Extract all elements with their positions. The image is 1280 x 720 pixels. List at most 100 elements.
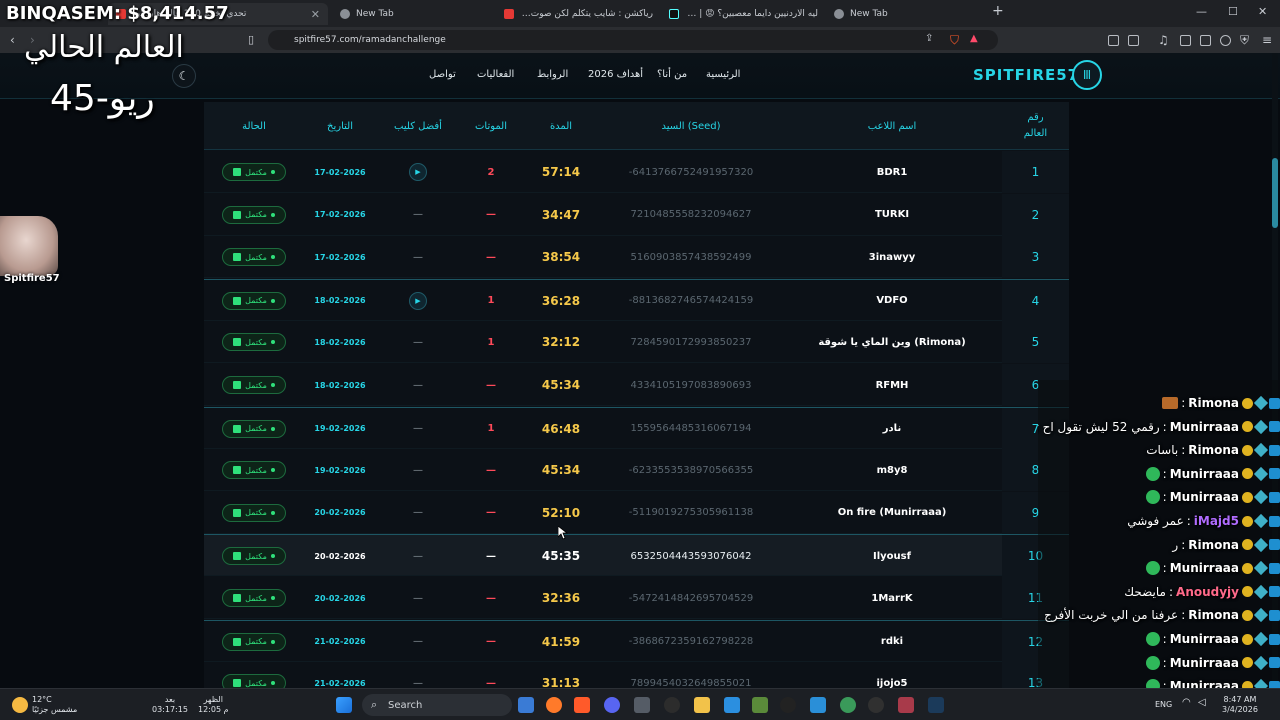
taskbar-search[interactable]: ⌕ Search — [362, 694, 512, 716]
url-field[interactable]: spitfire57.com/ramadanchallenge — [268, 30, 998, 50]
chat-username[interactable]: Munirraaa — [1170, 490, 1239, 504]
theme-toggle-moon-icon[interactable]: ☾ — [172, 64, 196, 88]
nav-events[interactable]: الفعاليات — [477, 69, 514, 80]
minimize-button[interactable]: — — [1196, 5, 1207, 18]
nav-contact[interactable]: تواصل — [429, 69, 456, 80]
start-windows-icon[interactable] — [336, 697, 352, 713]
volume-icon[interactable]: ◁ — [1198, 698, 1206, 708]
chrome-icon[interactable] — [840, 697, 856, 713]
vpn-icon[interactable]: ⛨ — [1240, 33, 1249, 48]
steam-icon[interactable] — [928, 697, 944, 713]
xbox-icon[interactable] — [664, 697, 680, 713]
chat-username[interactable]: Munirraaa — [1170, 679, 1239, 688]
screenshot-icon[interactable] — [1128, 35, 1139, 46]
brave-shield-icon[interactable]: ⛉ — [950, 33, 959, 48]
firefox-icon[interactable] — [546, 697, 562, 713]
bookmark-icon[interactable]: ▯ — [248, 33, 254, 46]
close-window-button[interactable]: ✕ — [1258, 5, 1267, 18]
play-clip-icon[interactable]: ▶ — [409, 291, 427, 310]
prayer-next[interactable]: الظهر 12:05 م — [198, 695, 229, 715]
nav-home[interactable]: الرئيسية — [706, 69, 740, 80]
chat-username[interactable]: Rimona — [1188, 608, 1239, 622]
leo-icon[interactable] — [1220, 35, 1231, 46]
taskview-icon[interactable] — [518, 697, 534, 713]
tab-new-tab-2[interactable]: New Tab — [826, 3, 986, 25]
wallet-icon[interactable] — [1200, 35, 1211, 46]
cell-deaths: — — [460, 236, 522, 278]
table-row[interactable]: مكتمل 17-02-2026 ▶ 2 57:14 -64137667524919573… — [204, 151, 1069, 193]
status-badge: مكتمل — [222, 376, 286, 394]
folder-icon[interactable] — [694, 697, 710, 713]
nav-about[interactable]: من أنا؟ — [657, 69, 687, 80]
wifi-icon[interactable]: ◠ — [1182, 698, 1191, 708]
minecraft-icon[interactable] — [752, 697, 768, 713]
app-icon[interactable] — [634, 697, 650, 713]
table-row[interactable]: مكتمل 21-02-2026 — — 31:13 789945403264985502… — [204, 662, 1069, 688]
shield-icon — [834, 9, 844, 19]
vscode-icon[interactable] — [810, 697, 826, 713]
scrollbar-thumb[interactable] — [1272, 158, 1278, 228]
maximize-button[interactable]: ☐ — [1228, 5, 1238, 18]
mail-icon[interactable] — [724, 697, 740, 713]
table-row[interactable]: مكتمل 21-02-2026 — — 41:59 -38686723591627982… — [204, 619, 1069, 663]
table-row[interactable]: مكتمل 17-02-2026 — — 34:47 721048555823209462… — [204, 193, 1069, 236]
cell-status: مكتمل — [204, 535, 304, 577]
media-icon[interactable]: ♫ — [1158, 33, 1169, 47]
chat-username[interactable]: iMajd5 — [1194, 514, 1239, 528]
extension-icon[interactable] — [1108, 35, 1119, 46]
chat-username[interactable]: Munirraaa — [1170, 561, 1239, 575]
tab-youtube[interactable]: رياكشن : شايب يتكلم لكن صوت الهواء — [496, 3, 661, 25]
chat-username[interactable]: Rimona — [1188, 396, 1239, 410]
table-row[interactable]: مكتمل 20-02-2026 — — 52:10 -51190192753059611… — [204, 491, 1069, 534]
menu-icon[interactable]: ≡ — [1262, 33, 1272, 47]
date-text: 18-02-2026 — [314, 296, 366, 306]
sidebar-icon[interactable] — [1180, 35, 1191, 46]
table-row[interactable]: مكتمل 20-02-2026 — — 32:36 -54724148426957045… — [204, 577, 1069, 619]
chat-username[interactable]: Munirraaa — [1170, 656, 1239, 670]
status-dot-icon — [270, 596, 275, 600]
capcut-icon[interactable] — [898, 697, 914, 713]
clock[interactable]: 8:47 AM 3/4/2026 — [1222, 695, 1258, 715]
table-row[interactable]: مكتمل 18-02-2026 — 1 32:12 728459017299385023… — [204, 321, 1069, 364]
chat-badge-icon — [1242, 586, 1253, 598]
nav-goals[interactable]: أهداف 2026 — [588, 69, 643, 80]
chat-username[interactable]: Anoudyjy — [1176, 585, 1239, 599]
chat-message-text: عرفنا من الي خربت الأفرج — [1044, 608, 1179, 623]
chat-username[interactable]: Munirraaa — [1170, 420, 1239, 434]
weather-widget[interactable]: 12°C مشمس جزئيًا — [32, 695, 77, 715]
new-tab-button[interactable]: + — [992, 3, 1004, 19]
table-row[interactable]: مكتمل 19-02-2026 — — 45:34 -62335535389705663… — [204, 449, 1069, 492]
table-row[interactable]: مكتمل 20-02-2026 — — 45:35 653250444359307604… — [204, 534, 1069, 578]
share-icon[interactable]: ⇪ — [925, 33, 933, 44]
obs-icon[interactable] — [868, 697, 884, 713]
back-icon[interactable]: ‹ — [10, 33, 15, 47]
tab-close-icon[interactable]: ✕ — [311, 8, 320, 21]
play-clip-icon[interactable]: ▶ — [409, 163, 427, 181]
chat-badge-icon — [1242, 539, 1253, 551]
table-row[interactable]: مكتمل 19-02-2026 — 1 46:48 155956448531606719… — [204, 406, 1069, 450]
rewards-icon[interactable]: ▲ — [970, 33, 978, 44]
language-indicator[interactable]: ENG — [1155, 700, 1172, 710]
brave-icon[interactable] — [574, 697, 590, 713]
tab-new-tab-1[interactable]: New Tab — [332, 3, 492, 25]
github-icon[interactable] — [780, 697, 796, 713]
table-row[interactable]: مكتمل 17-02-2026 — — 38:54 516090385743859249… — [204, 236, 1069, 279]
nav-links[interactable]: الروابط — [537, 69, 568, 80]
chat-username[interactable]: Rimona — [1188, 443, 1239, 457]
prayer-countdown[interactable]: بعد 03:17:15 — [152, 695, 188, 715]
site-logo[interactable]: SPITFIRE57 — [973, 66, 1079, 84]
status-text: مكتمل — [245, 465, 267, 475]
discord-icon[interactable] — [604, 697, 620, 713]
chat-separator: : — [1181, 443, 1186, 458]
cell-clip: ▶ — [376, 280, 460, 322]
duration-text: 32:36 — [541, 591, 581, 605]
table-row[interactable]: مكتمل 18-02-2026 ▶ 1 36:28 -88136827465744241… — [204, 278, 1069, 322]
chat-username[interactable]: Munirraaa — [1170, 467, 1239, 481]
cell-status: مكتمل — [204, 577, 304, 619]
chat-platform-icon — [1269, 444, 1280, 456]
chat-username[interactable]: Munirraaa — [1170, 632, 1239, 646]
tab-tiktok[interactable]: ليه الاردنيين دايما معصبين؟ 😡 | TikTok — [661, 3, 826, 25]
logo-emblem-icon[interactable]: Ⅲ — [1072, 60, 1102, 90]
table-row[interactable]: مكتمل 18-02-2026 — — 45:34 433410519708389069… — [204, 364, 1069, 406]
chat-username[interactable]: Rimona — [1188, 538, 1239, 552]
